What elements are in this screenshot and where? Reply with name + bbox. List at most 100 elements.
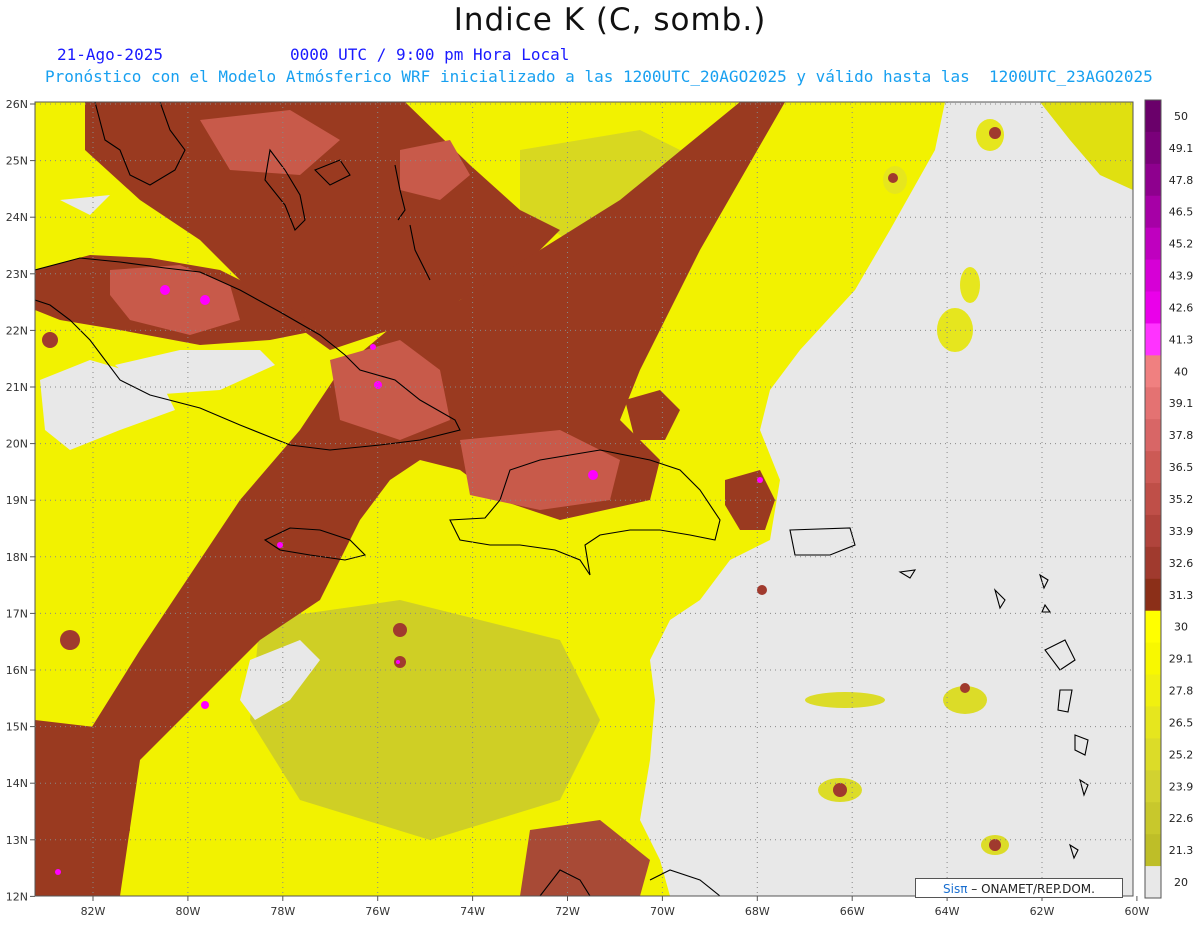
colorbar-swatch xyxy=(1145,642,1161,676)
field-brown-sw xyxy=(35,720,130,896)
colorbar-label: 47.8 xyxy=(1169,174,1194,187)
colorbar-swatch xyxy=(1145,100,1161,133)
lat-tick-label: 14N xyxy=(6,777,28,790)
latitude-axis: 26N 25N 24N 23N 22N 21N 20N 19N 18N 17N 16N 15N 14N 1… xyxy=(6,98,35,903)
colorbar-swatch xyxy=(1145,483,1161,516)
lon-tick-label: 66W xyxy=(840,905,865,918)
colorbar-swatch xyxy=(1145,387,1161,420)
colorbar-label: 41.3 xyxy=(1169,333,1194,346)
colorbar-swatch xyxy=(1145,323,1161,356)
colorbar-label: 45.2 xyxy=(1169,238,1194,251)
colorbar-label: 29.1 xyxy=(1169,653,1194,666)
colorbar-label: 40 xyxy=(1174,365,1188,378)
lat-tick-label: 16N xyxy=(6,664,28,677)
cell-magenta-9 xyxy=(55,869,61,875)
lat-tick-label: 24N xyxy=(6,211,28,224)
colorbar-swatch xyxy=(1145,578,1161,612)
cell-brown-5 xyxy=(960,683,970,693)
lat-tick-label: 12N xyxy=(6,890,28,903)
lat-tick-label: 21N xyxy=(6,381,28,394)
colorbar-swatch xyxy=(1145,706,1161,739)
lon-tick-label: 76W xyxy=(365,905,390,918)
colorbar-swatch xyxy=(1145,451,1161,484)
lon-tick-label: 70W xyxy=(650,905,675,918)
colorbar-label: 50 xyxy=(1174,110,1188,123)
colorbar-swatch xyxy=(1145,291,1161,324)
colorbar-swatch xyxy=(1145,610,1161,644)
lat-tick-label: 17N xyxy=(6,607,28,620)
colorbar-label: 49.1 xyxy=(1169,142,1194,155)
colorbar-swatch xyxy=(1145,163,1161,197)
cell-magenta-6 xyxy=(277,542,283,548)
colorbar-swatch xyxy=(1145,546,1161,580)
colorbar-label: 37.8 xyxy=(1169,429,1194,442)
lon-tick-label: 68W xyxy=(745,905,770,918)
longitude-axis: 82W 80W 78W 76W 74W 72W 70W 68W 66W 64W 62W 60W xyxy=(81,896,1149,918)
credit-text: – ONAMET/REP.DOM. xyxy=(971,882,1095,896)
cell-brown-1 xyxy=(393,623,407,637)
colorbar-swatch xyxy=(1145,674,1161,707)
cell-brown-6 xyxy=(757,585,767,595)
lat-tick-label: 18N xyxy=(6,551,28,564)
colorbar-label: 46.5 xyxy=(1169,206,1194,219)
k-index-field xyxy=(35,102,1133,896)
sispi-logo: Sisπ xyxy=(943,882,968,896)
colorbar: 50 49.1 47.8 46.5 45.2 43.9 42.6 41.3 40 39.1 37.8… xyxy=(1144,99,1194,899)
lon-tick-label: 60W xyxy=(1124,905,1149,918)
cell-brown-9 xyxy=(42,332,58,348)
colorbar-swatch xyxy=(1145,355,1161,388)
colorbar-swatch xyxy=(1145,259,1161,293)
lon-tick-label: 72W xyxy=(555,905,580,918)
cell-yellow-1 xyxy=(778,290,822,310)
lat-tick-label: 22N xyxy=(6,324,28,337)
colorbar-label: 32.6 xyxy=(1169,557,1194,570)
cell-magenta-7 xyxy=(201,701,209,709)
colorbar-swatch xyxy=(1145,802,1161,835)
colorbar-label: 20 xyxy=(1174,876,1188,889)
cell-magenta-2 xyxy=(200,295,210,305)
lat-tick-label: 23N xyxy=(6,268,28,281)
cell-magenta-8 xyxy=(396,660,400,664)
colorbar-label: 27.8 xyxy=(1169,685,1194,698)
colorbar-label: 33.9 xyxy=(1169,525,1194,538)
colorbar-label: 35.2 xyxy=(1169,493,1194,506)
colorbar-label: 26.5 xyxy=(1169,716,1194,729)
cell-magenta-1 xyxy=(160,285,170,295)
lat-tick-label: 15N xyxy=(6,721,28,734)
colorbar-swatch xyxy=(1145,514,1161,548)
colorbar-swatch xyxy=(1145,738,1161,771)
map-figure: 82W 80W 78W 76W 74W 72W 70W 68W 66W 64W 62W 60W 26N… xyxy=(6,98,1194,918)
cell-magenta-10 xyxy=(757,477,763,483)
cell-magenta-5 xyxy=(588,470,598,480)
colorbar-label: 23.9 xyxy=(1169,780,1194,793)
lon-tick-label: 62W xyxy=(1030,905,1055,918)
lat-tick-label: 19N xyxy=(6,494,28,507)
colorbar-label: 43.9 xyxy=(1169,270,1194,283)
lon-tick-label: 82W xyxy=(81,905,106,918)
colorbar-label: 39.1 xyxy=(1169,397,1194,410)
colorbar-label: 31.3 xyxy=(1169,589,1194,602)
lon-tick-label: 74W xyxy=(460,905,485,918)
colorbar-swatch xyxy=(1145,131,1161,165)
lat-tick-label: 26N xyxy=(6,98,28,111)
cell-yellow-9 xyxy=(960,267,980,303)
colorbar-swatch xyxy=(1145,834,1161,867)
colorbar-label: 30 xyxy=(1174,621,1188,634)
credit-box: Sisπ – ONAMET/REP.DOM. xyxy=(915,878,1123,898)
colorbar-label: 42.6 xyxy=(1169,301,1194,314)
lon-tick-label: 78W xyxy=(270,905,295,918)
cell-brown-3 xyxy=(833,783,847,797)
cell-brown-8 xyxy=(989,127,1001,139)
colorbar-label: 21.3 xyxy=(1169,844,1194,857)
colorbar-swatch xyxy=(1145,866,1161,899)
cell-yellow-4 xyxy=(805,692,885,708)
lat-tick-label: 20N xyxy=(6,438,28,451)
cell-brown-4 xyxy=(989,839,1001,851)
lat-tick-label: 13N xyxy=(6,834,28,847)
colorbar-swatch xyxy=(1145,227,1161,261)
lon-tick-label: 80W xyxy=(175,905,200,918)
lat-tick-label: 25N xyxy=(6,155,28,168)
colorbar-label: 25.2 xyxy=(1169,748,1194,761)
colorbar-swatch xyxy=(1145,770,1161,803)
colorbar-swatch xyxy=(1145,195,1161,229)
